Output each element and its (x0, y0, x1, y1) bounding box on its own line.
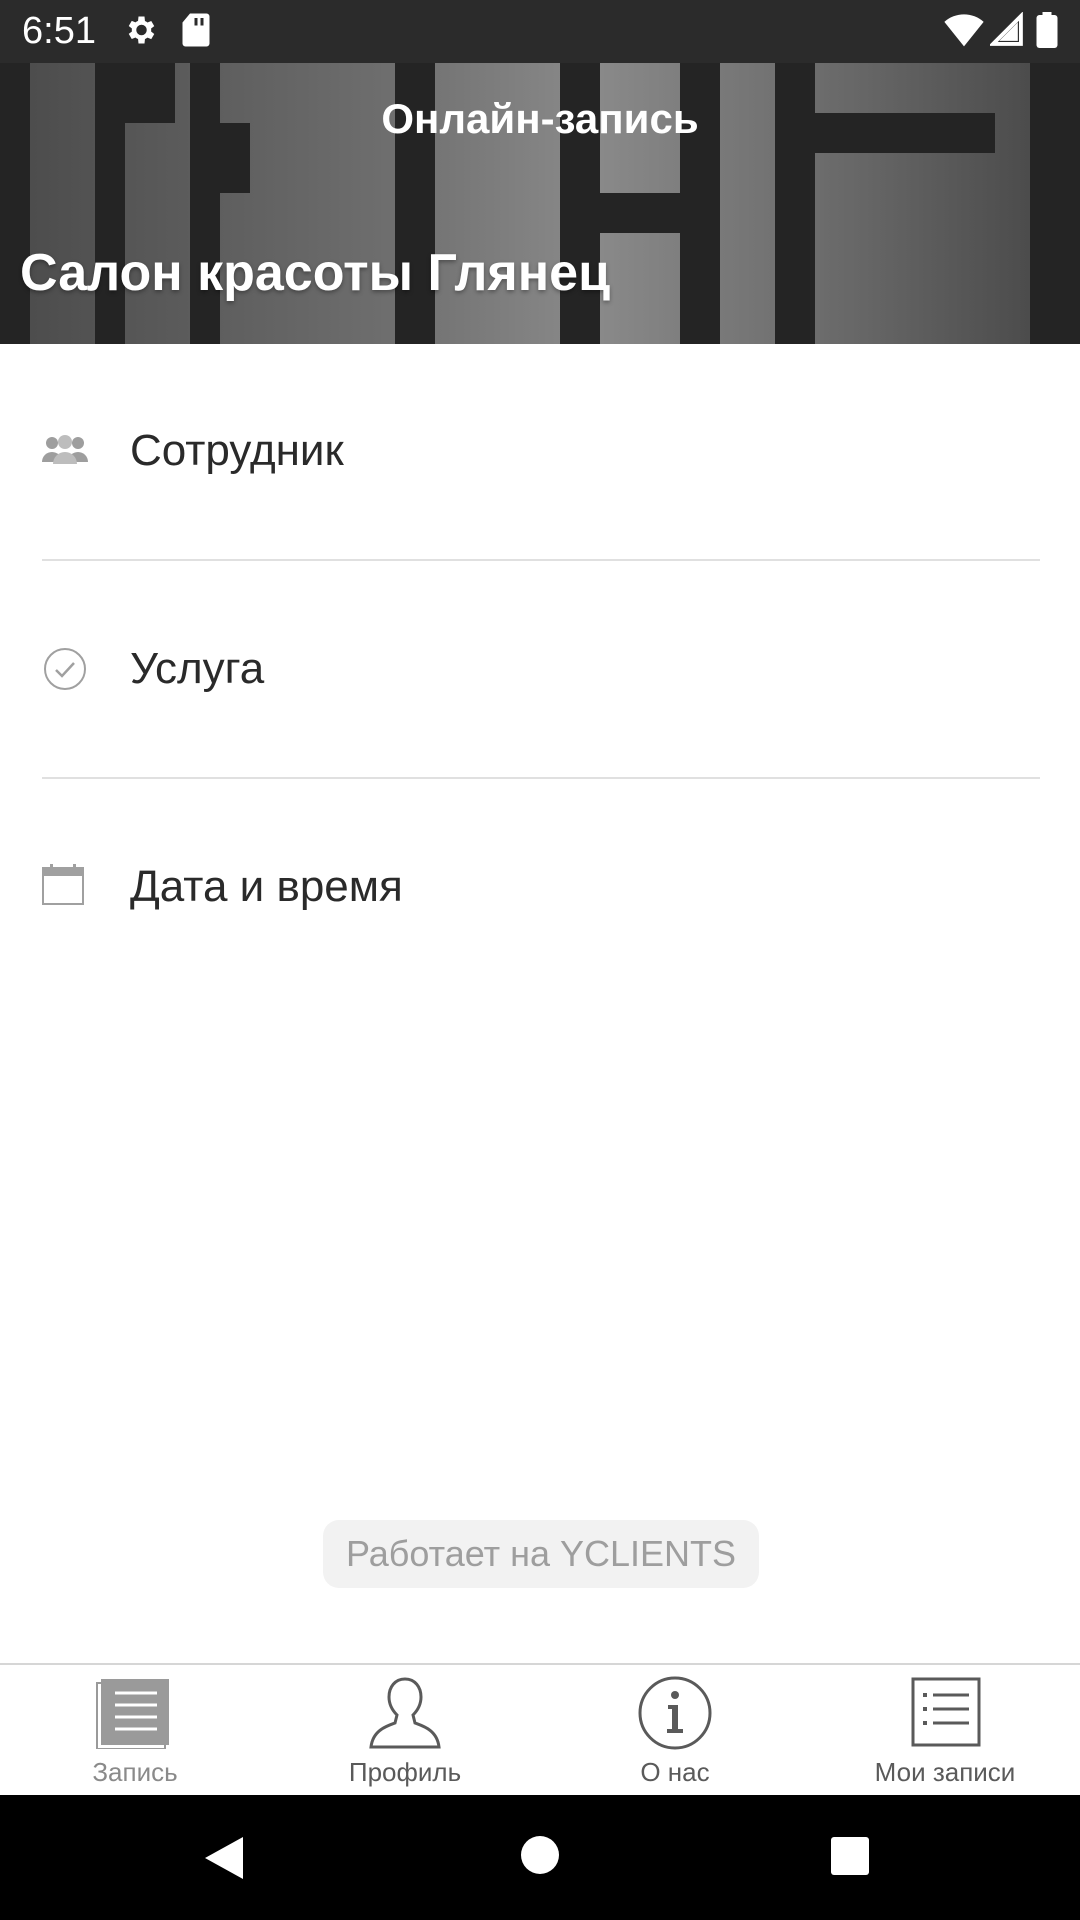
battery-icon (1036, 12, 1058, 53)
wifi-icon (944, 12, 984, 53)
signal-icon (988, 11, 1024, 53)
calendar-icon (42, 864, 84, 911)
bottom-navigation: Запись Профиль О нас Мои записи (0, 1663, 1080, 1797)
tab-about[interactable]: О нас (540, 1665, 810, 1797)
tab-profile[interactable]: Профиль (270, 1665, 540, 1797)
menu-item-label: Сотрудник (130, 426, 344, 475)
profile-icon (365, 1675, 445, 1756)
menu-item-service[interactable]: Услуга (0, 618, 1080, 728)
status-bar: 6:51 (0, 0, 1080, 63)
divider (42, 559, 1040, 561)
status-time: 6:51 (22, 10, 96, 52)
back-icon[interactable] (203, 1835, 245, 1886)
check-circle-icon (42, 646, 88, 697)
salon-name: Салон красоты Глянец (20, 244, 611, 302)
info-icon (635, 1675, 715, 1756)
menu-item-staff[interactable]: Сотрудник (0, 400, 1080, 510)
tab-booking[interactable]: Запись (0, 1665, 270, 1797)
menu-item-label: Услуга (130, 644, 265, 693)
page-title: Онлайн-запись (381, 95, 699, 142)
tab-label: Запись (92, 1757, 178, 1787)
tab-label: О нас (640, 1757, 710, 1787)
gear-icon (122, 12, 158, 53)
recents-icon[interactable] (830, 1836, 870, 1881)
menu-item-datetime[interactable]: Дата и время (0, 836, 1080, 946)
staff-icon (42, 434, 88, 471)
powered-by-badge[interactable]: Работает на YCLIENTS (323, 1520, 759, 1588)
booking-icon (95, 1677, 175, 1754)
list-icon (905, 1677, 985, 1754)
sd-card-icon (180, 12, 212, 53)
system-navigation-bar (0, 1795, 1080, 1920)
tab-my-bookings[interactable]: Мои записи (810, 1665, 1080, 1797)
tab-label: Мои записи (874, 1757, 1016, 1787)
home-icon[interactable] (520, 1835, 560, 1880)
tab-label: Профиль (348, 1757, 462, 1787)
header-banner: Онлайн-запись Салон красоты Глянец (0, 63, 1080, 344)
divider (42, 777, 1040, 779)
menu-item-label: Дата и время (130, 862, 403, 911)
